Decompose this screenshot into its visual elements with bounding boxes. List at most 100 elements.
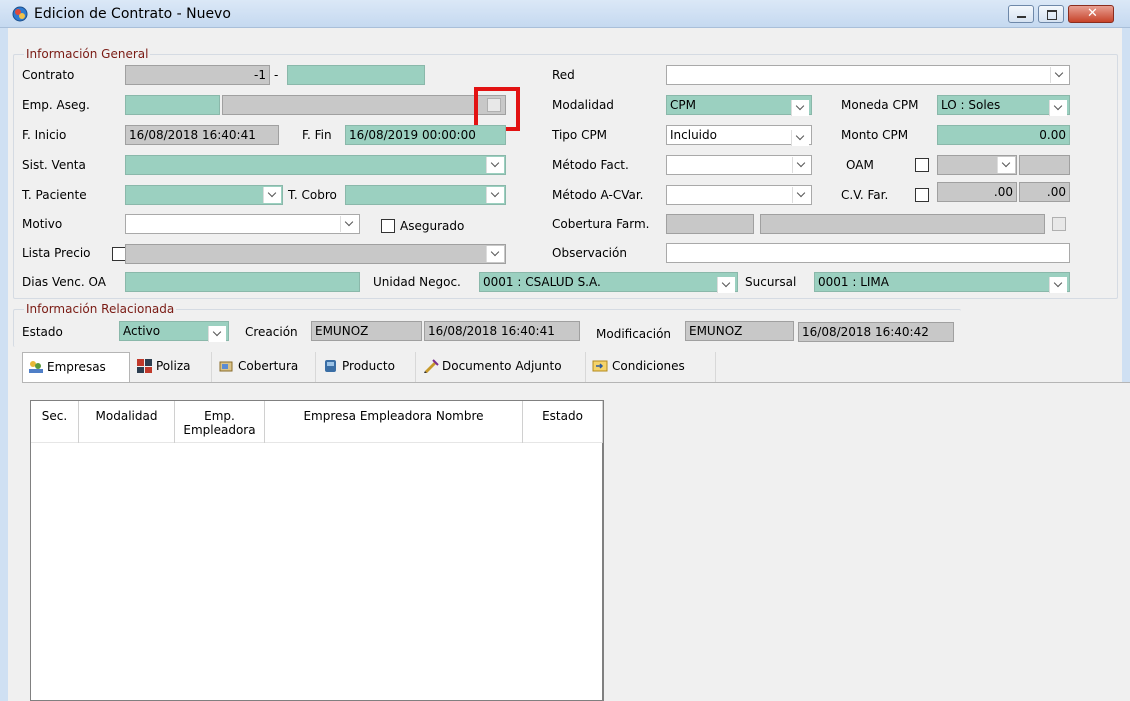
f-inicio-field[interactable]: 16/08/2018 16:40:41 xyxy=(125,125,279,145)
tab-cobertura[interactable]: Cobertura xyxy=(214,352,316,382)
f-inicio-label: F. Inicio xyxy=(22,128,67,142)
chevron-down-icon[interactable] xyxy=(1049,100,1067,116)
tab-producto[interactable]: Producto xyxy=(318,352,416,382)
f-fin-label: F. Fin xyxy=(302,128,332,142)
modificacion-date-field: 16/08/2018 16:40:42 xyxy=(798,322,954,342)
creacion-date-field: 16/08/2018 16:40:41 xyxy=(424,321,580,341)
tab-label: Producto xyxy=(342,359,395,373)
maximize-button[interactable] xyxy=(1038,5,1064,23)
modificacion-user-field: EMUNOZ xyxy=(685,321,794,341)
oam-checkbox[interactable] xyxy=(915,158,929,172)
chevron-down-icon[interactable] xyxy=(792,157,810,173)
chevron-down-icon[interactable] xyxy=(208,326,226,342)
chevron-down-icon[interactable] xyxy=(792,187,810,203)
col-estado[interactable]: Estado xyxy=(523,401,603,443)
contrato-label: Contrato xyxy=(22,68,75,82)
creacion-label: Creación xyxy=(245,325,298,339)
monto-cpm-label: Monto CPM xyxy=(841,128,909,142)
companies-icon xyxy=(29,361,43,373)
cv-far-checkbox[interactable] xyxy=(915,188,929,202)
motivo-label: Motivo xyxy=(22,217,63,231)
metodo-fact-select[interactable] xyxy=(666,155,812,175)
sucursal-label: Sucursal xyxy=(745,275,797,289)
sist-venta-label: Sist. Venta xyxy=(22,158,86,172)
col-sec[interactable]: Sec. xyxy=(31,401,79,443)
tab-empresas[interactable]: Empresas xyxy=(22,352,130,382)
related-info-legend: Información Relacionada xyxy=(24,302,177,316)
empresas-grid[interactable]: Sec. Modalidad Emp. Empleadora Empresa E… xyxy=(30,400,604,701)
oam-label: OAM xyxy=(846,158,874,172)
chevron-down-icon[interactable] xyxy=(1050,67,1068,83)
close-button[interactable]: ✕ xyxy=(1068,5,1114,23)
dias-venc-label: Dias Venc. OA xyxy=(22,275,106,289)
cv-far-label: C.V. Far. xyxy=(841,188,889,202)
t-paciente-label: T. Paciente xyxy=(22,188,87,202)
dias-venc-field[interactable] xyxy=(125,272,360,292)
contrato-number-field[interactable]: -1 xyxy=(125,65,270,85)
red-label: Red xyxy=(552,68,575,82)
asegurado-label: Asegurado xyxy=(400,219,465,233)
modificacion-label: Modificación xyxy=(596,327,672,341)
metodo-acvar-select[interactable] xyxy=(666,185,812,205)
cobertura-farm-code-field xyxy=(666,214,754,234)
red-select[interactable] xyxy=(666,65,1070,85)
t-paciente-select[interactable] xyxy=(125,185,283,205)
col-emp-empleadora[interactable]: Emp. Empleadora xyxy=(175,401,265,443)
chevron-down-icon[interactable] xyxy=(486,246,504,262)
chevron-down-icon[interactable] xyxy=(486,187,504,203)
conditions-icon xyxy=(592,360,608,372)
tipo-cpm-label: Tipo CPM xyxy=(552,128,608,142)
t-cobro-select[interactable] xyxy=(345,185,506,205)
cobertura-farm-lookup-button[interactable] xyxy=(1052,217,1066,231)
observacion-label: Observación xyxy=(552,246,627,260)
oam-value-field xyxy=(1019,155,1070,175)
unidad-negoc-select[interactable]: 0001 : CSALUD S.A. xyxy=(479,272,738,292)
monto-cpm-field[interactable]: 0.00 xyxy=(937,125,1070,145)
chevron-down-icon[interactable] xyxy=(997,157,1015,173)
modalidad-label: Modalidad xyxy=(552,98,614,112)
app-icon xyxy=(12,6,28,22)
grid-header: Sec. Modalidad Emp. Empleadora Empresa E… xyxy=(31,401,603,443)
motivo-select[interactable] xyxy=(125,214,360,234)
window-title: Edicion de Contrato - Nuevo xyxy=(34,6,231,22)
unidad-negoc-label: Unidad Negoc. xyxy=(373,275,461,289)
tab-condiciones[interactable]: Condiciones xyxy=(588,352,716,382)
sucursal-select[interactable]: 0001 : LIMA xyxy=(814,272,1070,292)
t-cobro-label: T. Cobro xyxy=(288,188,337,202)
tab-label: Cobertura xyxy=(238,359,299,373)
asegurado-checkbox[interactable] xyxy=(381,219,395,233)
tab-label: Empresas xyxy=(47,360,106,374)
contrato-suffix-field[interactable] xyxy=(287,65,425,85)
cv-far-value1[interactable]: .00 xyxy=(937,182,1017,202)
contrato-separator: - xyxy=(274,68,279,82)
oam-select[interactable] xyxy=(937,155,1017,175)
cobertura-farm-label: Cobertura Farm. xyxy=(552,217,650,231)
col-modalidad[interactable]: Modalidad xyxy=(79,401,175,443)
chevron-down-icon[interactable] xyxy=(263,187,281,203)
lista-precio-select[interactable] xyxy=(125,244,506,264)
observacion-field[interactable] xyxy=(666,243,1070,263)
minimize-button[interactable] xyxy=(1008,5,1034,23)
chevron-down-icon[interactable] xyxy=(486,157,504,173)
sist-venta-select[interactable] xyxy=(125,155,506,175)
cv-far-value2[interactable]: .00 xyxy=(1019,182,1070,202)
metodo-fact-label: Método Fact. xyxy=(552,158,629,172)
chevron-down-icon[interactable] xyxy=(791,130,809,146)
lista-precio-checkbox[interactable] xyxy=(112,247,126,261)
col-empresa-nombre[interactable]: Empresa Empleadora Nombre xyxy=(265,401,523,443)
f-fin-field[interactable]: 16/08/2019 00:00:00 xyxy=(345,125,506,145)
chevron-down-icon[interactable] xyxy=(1049,277,1067,293)
moneda-cpm-label: Moneda CPM xyxy=(841,98,919,112)
chevron-down-icon[interactable] xyxy=(340,216,358,232)
chevron-down-icon[interactable] xyxy=(717,277,735,293)
emp-aseg-name-field xyxy=(222,95,506,115)
tab-strip: Empresas Poliza Cobertura Producto Docum… xyxy=(22,352,716,382)
tab-documento-adjunto[interactable]: Documento Adjunto xyxy=(418,352,586,382)
chevron-down-icon[interactable] xyxy=(791,100,809,116)
tab-label: Poliza xyxy=(156,359,191,373)
coverage-icon xyxy=(219,361,233,372)
emp-aseg-code-field[interactable] xyxy=(125,95,220,115)
tab-label: Documento Adjunto xyxy=(442,359,562,373)
creacion-user-field: EMUNOZ xyxy=(311,321,422,341)
tab-poliza[interactable]: Poliza xyxy=(132,352,212,382)
